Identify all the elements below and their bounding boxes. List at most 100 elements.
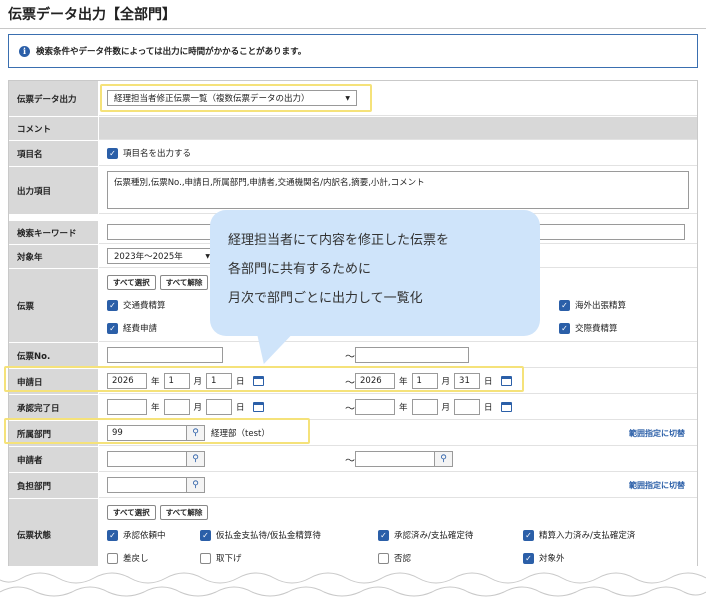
status-checkbox-label: 取下げ — [216, 554, 242, 564]
apply-to-day-input[interactable]: 31 — [454, 373, 481, 389]
status-select-all-button[interactable]: すべて選択 — [107, 505, 156, 520]
apply-from-year-input[interactable]: 2026 — [107, 373, 147, 389]
burden-dept-range-toggle-link[interactable]: 範囲指定に切替 — [629, 480, 685, 491]
info-icon: i — [19, 45, 30, 57]
status-checkbox-rejected[interactable]: ✓ 否認 — [378, 552, 411, 564]
status-checkbox-excluded[interactable]: ✓ 対象外 — [523, 552, 565, 564]
day-unit: 日 — [236, 377, 245, 387]
row-output-items: 出力項目 伝票種別,伝票No.,申請日,所属部門,申請者,交通機関名/内訳名,摘… — [9, 167, 697, 215]
year-select[interactable]: 2023年～2025年 ▼ — [107, 248, 217, 264]
calendar-icon[interactable] — [500, 376, 512, 386]
voucher-checkbox-label: 海外出張精算 — [575, 301, 627, 311]
speech-bubble: 経理担当者にて内容を修正した伝票を 各部門に共有するために 月次で部門ごとに出力… — [210, 210, 540, 336]
item-name-checkbox[interactable]: ✓ 項目名を出力する — [107, 147, 191, 159]
label-output-type: 伝票データ出力 — [9, 81, 99, 116]
search-icon[interactable]: ⚲ — [187, 477, 205, 493]
status-checkbox-returned[interactable]: ✓ 差戻し — [107, 552, 149, 564]
voucher-checkbox-overseas[interactable]: ✓ 海外出張精算 — [559, 299, 626, 311]
status-checkbox-withdrawn[interactable]: ✓ 取下げ — [200, 552, 242, 564]
applicant-to-input[interactable] — [355, 451, 435, 467]
approval-from-day-input[interactable] — [206, 399, 233, 415]
month-unit: 月 — [193, 377, 203, 387]
voucher-no-from-input[interactable] — [107, 347, 223, 363]
search-icon[interactable]: ⚲ — [187, 451, 205, 467]
status-clear-all-button[interactable]: すべて解除 — [159, 505, 209, 520]
department-code-input[interactable]: 99 — [107, 425, 187, 441]
checkbox-unchecked-icon: ✓ — [378, 552, 389, 564]
title-divider — [0, 28, 706, 29]
comment-value — [99, 117, 697, 140]
status-checkbox-label: 仮払金支払待/仮払金精算待 — [216, 531, 321, 541]
label-voucher-no: 伝票No. — [9, 343, 99, 368]
year-value: 2023年～2025年 — [114, 252, 183, 262]
approval-to-day-input[interactable] — [454, 399, 481, 415]
status-checkbox-label: 精算入力済み/支払確定済 — [539, 531, 636, 541]
status-checkbox-approved[interactable]: ✓ 承認済み/支払確定待 — [378, 529, 473, 541]
month-unit: 月 — [193, 403, 203, 413]
search-icon[interactable]: ⚲ — [187, 425, 205, 441]
day-unit: 日 — [484, 377, 493, 387]
burden-dept-input[interactable] — [107, 477, 187, 493]
status-checkbox-label: 対象外 — [539, 554, 565, 564]
apply-to-year-input[interactable]: 2026 — [355, 373, 395, 389]
status-checkbox-label: 否認 — [394, 554, 412, 564]
apply-to-month-input[interactable]: 1 — [411, 373, 438, 389]
apply-from-month-input[interactable]: 1 — [163, 373, 190, 389]
label-keyword: 検索キーワード — [9, 221, 99, 244]
month-unit: 月 — [441, 403, 451, 413]
apply-from-day-input[interactable]: 1 — [206, 373, 233, 389]
notice-box: i 検索条件やデータ件数によっては出力に時間がかかることがあります。 — [8, 34, 698, 68]
voucher-select-all-button[interactable]: すべて選択 — [107, 275, 156, 290]
voucher-checkbox-entertainment[interactable]: ✓ 交際費精算 — [559, 322, 618, 334]
voucher-checkbox-transport[interactable]: ✓ 交通費精算 — [107, 299, 166, 311]
checkbox-unchecked-icon: ✓ — [107, 552, 118, 564]
voucher-checkbox-expense[interactable]: ✓ 経費申請 — [107, 322, 157, 334]
row-voucher-no: 伝票No. ～ — [9, 343, 697, 369]
row-department: 所属部門 99 ⚲ 経理部（test） 範囲指定に切替 — [9, 421, 697, 447]
day-unit: 日 — [484, 403, 493, 413]
row-status: 伝票状態 すべて選択 すべて解除 ✓ 承認依頼中 ✓ 仮払金支払待/仮払金精算待 … — [9, 499, 697, 571]
voucher-checkbox-label: 交通費精算 — [123, 301, 166, 311]
item-name-checkbox-label: 項目名を出力する — [123, 149, 192, 159]
day-unit: 日 — [236, 403, 245, 413]
department-range-toggle-link[interactable]: 範囲指定に切替 — [629, 428, 685, 439]
approval-to-month-input[interactable] — [411, 399, 438, 415]
checkbox-checked-icon: ✓ — [200, 529, 211, 541]
checkbox-checked-icon: ✓ — [107, 299, 118, 311]
voucher-no-to-input[interactable] — [355, 347, 469, 363]
year-unit: 年 — [151, 377, 160, 387]
year-unit: 年 — [151, 403, 160, 413]
approval-from-year-input[interactable] — [107, 399, 147, 415]
range-tilde: ～ — [345, 351, 355, 363]
output-type-select[interactable]: 経理担当者修正伝票一覧（複数伝票データの出力） ▼ — [107, 90, 357, 106]
status-checkbox-label: 承認済み/支払確定待 — [394, 531, 474, 541]
output-items-textarea[interactable]: 伝票種別,伝票No.,申請日,所属部門,申請者,交通機関名/内訳名,摘要,小計,… — [107, 171, 689, 209]
search-icon[interactable]: ⚲ — [435, 451, 453, 467]
status-checkbox-label: 差戻し — [123, 554, 149, 564]
checkbox-checked-icon: ✓ — [107, 322, 118, 334]
status-checkbox-label: 承認依頼中 — [123, 531, 166, 541]
approval-from-month-input[interactable] — [163, 399, 190, 415]
checkbox-checked-icon: ✓ — [107, 529, 118, 541]
row-applicant: 申請者 ⚲ ～ ⚲ — [9, 447, 697, 473]
calendar-icon[interactable] — [500, 402, 512, 412]
chevron-down-icon: ▼ — [345, 94, 350, 102]
label-status: 伝票状態 — [9, 499, 99, 570]
label-item-name: 項目名 — [9, 141, 99, 166]
approval-to-year-input[interactable] — [355, 399, 395, 415]
label-department: 所属部門 — [9, 421, 99, 446]
row-comment: コメント — [9, 117, 697, 141]
status-checkbox-settled[interactable]: ✓ 精算入力済み/支払確定済 — [523, 529, 635, 541]
applicant-from-input[interactable] — [107, 451, 187, 467]
row-output-type: 伝票データ出力 経理担当者修正伝票一覧（複数伝票データの出力） ▼ — [9, 81, 697, 117]
label-burden-dept: 負担部門 — [9, 473, 99, 498]
status-checkbox-requesting[interactable]: ✓ 承認依頼中 — [107, 529, 166, 541]
label-voucher: 伝票 — [9, 269, 99, 342]
voucher-checkbox-label: 経費申請 — [123, 324, 158, 334]
checkbox-checked-icon: ✓ — [523, 529, 534, 541]
calendar-icon[interactable] — [252, 376, 264, 386]
bubble-line: 各部門に共有するために — [228, 262, 372, 277]
calendar-icon[interactable] — [252, 402, 264, 412]
status-checkbox-advance[interactable]: ✓ 仮払金支払待/仮払金精算待 — [200, 529, 321, 541]
voucher-clear-all-button[interactable]: すべて解除 — [159, 275, 209, 290]
